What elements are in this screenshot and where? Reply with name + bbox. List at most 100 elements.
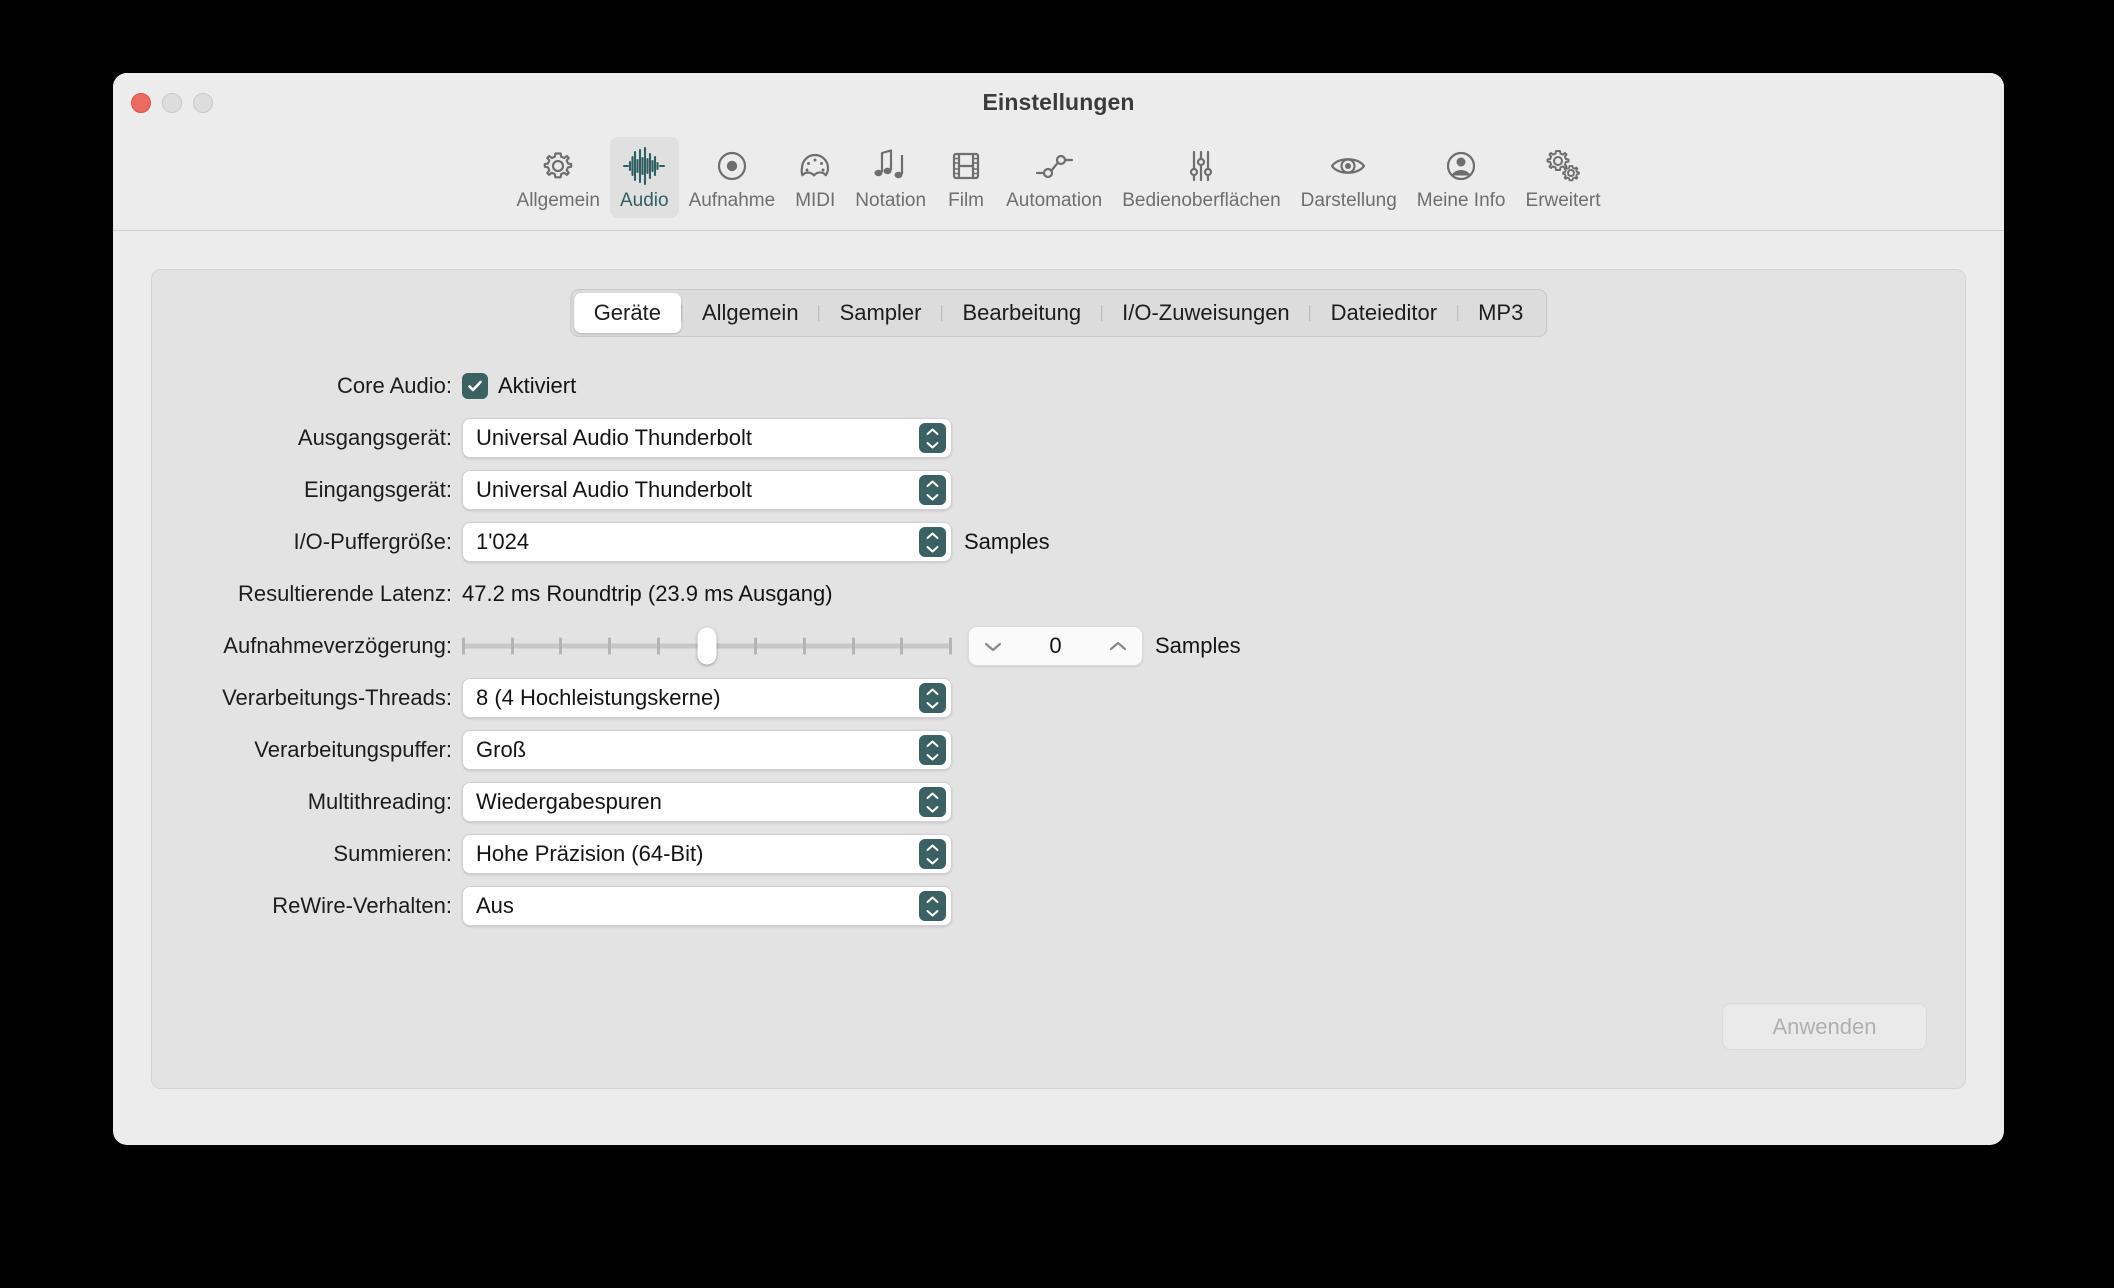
toolbar-item-label: MIDI xyxy=(795,190,836,211)
gear-icon xyxy=(538,144,578,188)
toolbar-item-label: Notation xyxy=(855,190,927,211)
slider-tick xyxy=(900,637,904,655)
chevron-updown-icon xyxy=(919,891,946,921)
stepper-increment-icon[interactable] xyxy=(1108,640,1128,653)
slider-tick xyxy=(510,637,514,655)
filmstrip-icon xyxy=(946,144,986,188)
toolbar-item-allgemein[interactable]: Allgemein xyxy=(507,137,610,218)
toolbar-item-label: Meine Info xyxy=(1416,190,1506,211)
processing-threads-value: 8 (4 Hochleistungskerne) xyxy=(476,685,721,710)
multithreading-popup[interactable]: Wiedergabespuren xyxy=(462,782,952,822)
io-buffer-size-popup[interactable]: 1'024 xyxy=(462,522,952,562)
toolbar-item-audio[interactable]: Audio xyxy=(609,137,679,218)
output-device-popup[interactable]: Universal Audio Thunderbolt xyxy=(462,418,952,458)
tab-io-zuweisungen[interactable]: I/O-Zuweisungen xyxy=(1102,293,1310,333)
processing-threads-popup[interactable]: 8 (4 Hochleistungskerne) xyxy=(462,678,952,718)
row-resulting-latency: Resultierende Latenz: 47.2 ms Roundtrip … xyxy=(152,568,1965,620)
toolbar-item-midi[interactable]: MIDI xyxy=(785,137,845,218)
chevron-updown-icon xyxy=(919,839,946,869)
title-bar: Einstellungen xyxy=(113,73,2004,133)
toolbar-item-label: Film xyxy=(948,190,985,211)
preferences-toolbar: Allgemein Audio Aufnahme MIDI Notation F… xyxy=(113,133,2004,231)
chevron-updown-icon xyxy=(919,475,946,505)
row-recording-delay: Aufnahmeverzögerung: 0 Samples xyxy=(152,620,1965,672)
toolbar-item-label: Audio xyxy=(619,190,669,211)
toolbar-item-meine-info[interactable]: Meine Info xyxy=(1407,137,1516,218)
chevron-updown-icon xyxy=(919,423,946,453)
automation-icon xyxy=(1032,144,1076,188)
toolbar-item-label: Aufnahme xyxy=(688,190,776,211)
stepper-decrement-icon[interactable] xyxy=(983,640,1003,653)
audio-devices-form: Core Audio: Aktiviert Ausgangsgerät: Uni… xyxy=(152,360,1965,932)
slider-tick xyxy=(754,637,758,655)
summing-value: Hohe Präzision (64-Bit) xyxy=(476,841,704,866)
chevron-updown-icon xyxy=(919,787,946,817)
core-audio-checkbox[interactable] xyxy=(462,373,488,399)
multithreading-value: Wiedergabespuren xyxy=(476,789,662,814)
recording-delay-value: 0 xyxy=(1049,633,1062,658)
slider-tick xyxy=(559,637,563,655)
recording-delay-stepper[interactable]: 0 xyxy=(968,626,1143,666)
summing-label: Summieren: xyxy=(333,841,452,866)
slider-tick xyxy=(608,637,612,655)
input-device-value: Universal Audio Thunderbolt xyxy=(476,477,752,502)
io-buffer-size-unit: Samples xyxy=(964,529,1050,554)
tab-sampler[interactable]: Sampler xyxy=(820,293,942,333)
toolbar-item-automation[interactable]: Automation xyxy=(996,137,1112,218)
toolbar-item-notation[interactable]: Notation xyxy=(845,137,936,218)
input-device-popup[interactable]: Universal Audio Thunderbolt xyxy=(462,470,952,510)
recording-delay-label: Aufnahmeverzögerung: xyxy=(223,633,452,658)
chevron-updown-icon xyxy=(919,735,946,765)
eye-icon xyxy=(1327,144,1371,188)
slider-tick xyxy=(462,637,465,655)
slider-tick xyxy=(851,637,855,655)
toolbar-item-aufnahme[interactable]: Aufnahme xyxy=(679,137,786,218)
rewire-behaviour-value: Aus xyxy=(476,893,514,918)
toolbar-item-label: Allgemein xyxy=(516,190,600,211)
tab-bearbeitung[interactable]: Bearbeitung xyxy=(942,293,1101,333)
waveform-icon xyxy=(621,144,667,188)
toolbar-item-darstellung[interactable]: Darstellung xyxy=(1291,137,1407,218)
record-icon xyxy=(712,144,752,188)
toolbar-item-film[interactable]: Film xyxy=(936,137,996,218)
processing-threads-label: Verarbeitungs-Threads: xyxy=(222,685,452,710)
recording-delay-unit: Samples xyxy=(1155,633,1241,658)
resulting-latency-value: 47.2 ms Roundtrip (23.9 ms Ausgang) xyxy=(462,581,833,606)
processing-buffer-popup[interactable]: Groß xyxy=(462,730,952,770)
chevron-updown-icon xyxy=(919,527,946,557)
summing-popup[interactable]: Hohe Präzision (64-Bit) xyxy=(462,834,952,874)
tab-dateieditor[interactable]: Dateieditor xyxy=(1311,293,1457,333)
io-buffer-size-value: 1'024 xyxy=(476,529,530,554)
person-icon xyxy=(1441,144,1481,188)
tab-allgemein[interactable]: Allgemein xyxy=(682,293,819,333)
toolbar-item-label: Erweitert xyxy=(1525,190,1601,211)
row-rewire-behaviour: ReWire-Verhalten: Aus xyxy=(152,880,1965,932)
rewire-behaviour-label: ReWire-Verhalten: xyxy=(272,893,452,918)
output-device-label: Ausgangsgerät: xyxy=(297,425,452,450)
tab-bar: Geräte Allgemein Sampler Bearbeitung I/O… xyxy=(569,289,1548,337)
row-input-device: Eingangsgerät: Universal Audio Thunderbo… xyxy=(152,464,1965,516)
rewire-behaviour-popup[interactable]: Aus xyxy=(462,886,952,926)
row-summing: Summieren: Hohe Präzision (64-Bit) xyxy=(152,828,1965,880)
preferences-window: Einstellungen Allgemein Audio Aufnahme M… xyxy=(113,73,2004,1145)
toolbar-item-bedienoberflaechen[interactable]: Bedienoberflächen xyxy=(1112,137,1290,218)
io-buffer-size-label: I/O-Puffergröße: xyxy=(293,529,452,554)
faders-icon xyxy=(1181,144,1221,188)
toolbar-item-erweitert[interactable]: Erweitert xyxy=(1516,137,1611,218)
midi-port-icon xyxy=(795,144,835,188)
row-processing-threads: Verarbeitungs-Threads: 8 (4 Hochleistung… xyxy=(152,672,1965,724)
toolbar-item-label: Automation xyxy=(1006,190,1103,211)
recording-delay-slider[interactable] xyxy=(462,626,952,666)
tab-mp3[interactable]: MP3 xyxy=(1458,293,1543,333)
slider-thumb[interactable] xyxy=(697,627,717,665)
apply-button[interactable]: Anwenden xyxy=(1722,1003,1927,1050)
output-device-value: Universal Audio Thunderbolt xyxy=(476,425,752,450)
tab-geraete[interactable]: Geräte xyxy=(573,293,681,333)
music-notes-icon xyxy=(869,144,913,188)
row-core-audio: Core Audio: Aktiviert xyxy=(152,360,1965,412)
core-audio-checkbox-label: Aktiviert xyxy=(498,373,577,398)
slider-tick xyxy=(656,637,660,655)
processing-buffer-value: Groß xyxy=(476,737,527,762)
row-io-buffer-size: I/O-Puffergröße: 1'024 Samples xyxy=(152,516,1965,568)
multithreading-label: Multithreading: xyxy=(307,789,452,814)
